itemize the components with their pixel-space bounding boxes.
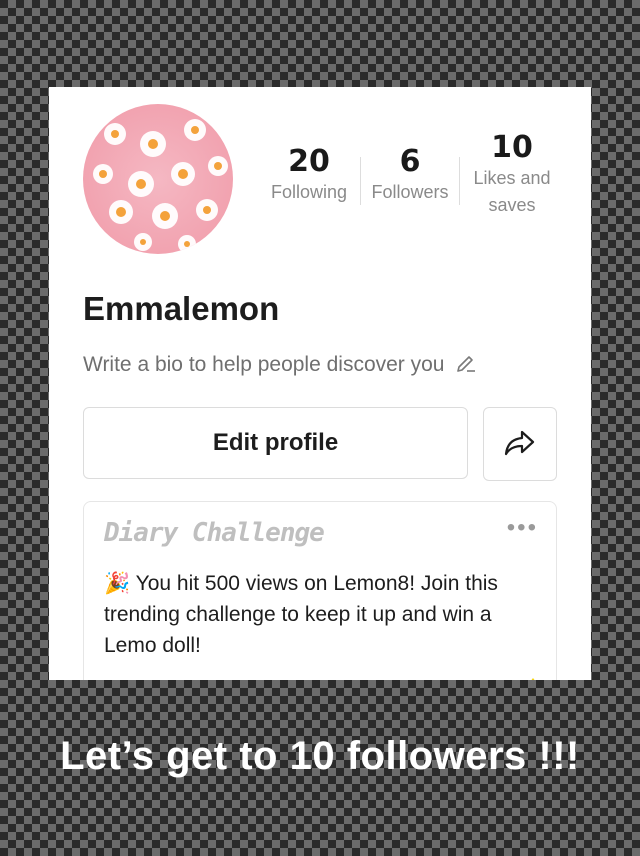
likes-count: 10 <box>491 130 533 165</box>
more-icon[interactable]: ••• <box>507 514 538 542</box>
stat-following[interactable]: 20 Following <box>263 145 355 206</box>
stat-followers[interactable]: 6 Followers <box>365 145 455 206</box>
party-emoji: 🎉 <box>104 572 131 595</box>
avatar[interactable] <box>83 104 233 254</box>
followers-label: Followers <box>371 182 449 202</box>
challenge-message-text: You hit 500 views on Lemon8! Join this t… <box>104 572 498 657</box>
divider <box>459 157 460 205</box>
likes-label: Likes and saves <box>473 168 551 215</box>
followers-count: 6 <box>399 144 421 179</box>
profile-card: 20 Following 6 Followers 10 Likes and sa… <box>49 87 591 680</box>
bio-text: Write a bio to help people discover you <box>83 353 445 376</box>
daisy-pattern <box>93 119 228 253</box>
divider <box>360 157 361 205</box>
overlay-caption: Let’s get to 10 followers !!! <box>60 734 580 778</box>
bio-prompt[interactable]: Write a bio to help people discover you <box>83 351 477 379</box>
challenge-card[interactable]: Diary Challenge ••• 🎉 You hit 500 views … <box>83 501 557 680</box>
following-label: Following <box>270 182 348 202</box>
pencil-icon <box>455 351 477 379</box>
profile-name: Emmalemon <box>83 290 280 327</box>
share-icon <box>502 424 538 465</box>
challenge-title: Diary Challenge <box>104 518 325 548</box>
yellow-marker <box>524 678 542 680</box>
following-count: 20 <box>288 144 330 179</box>
edit-profile-button[interactable]: Edit profile <box>83 407 468 479</box>
challenge-message: 🎉 You hit 500 views on Lemon8! Join this… <box>104 568 544 661</box>
stat-likes-saves[interactable]: 10 Likes and saves <box>463 131 561 219</box>
share-button[interactable] <box>483 407 557 481</box>
